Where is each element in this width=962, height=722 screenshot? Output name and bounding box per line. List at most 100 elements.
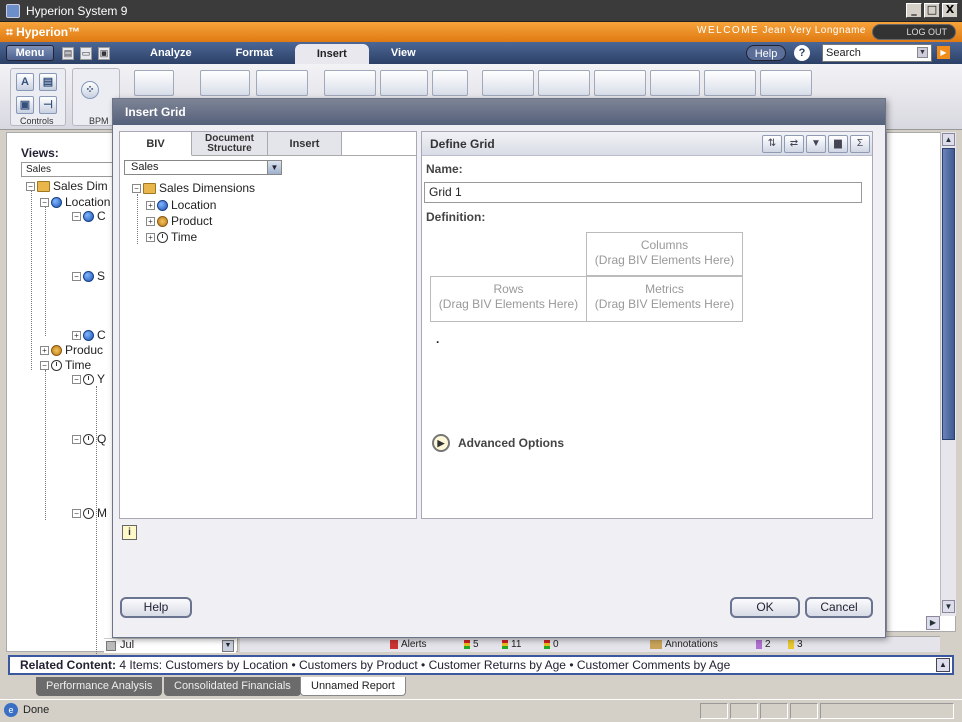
help-icon[interactable]: ? bbox=[794, 45, 810, 61]
slider-control-icon[interactable]: ⊣ bbox=[39, 96, 57, 114]
search-go-icon[interactable]: ▶ bbox=[937, 46, 950, 59]
annotation-count-a[interactable]: 2 bbox=[756, 638, 771, 652]
ok-button[interactable]: OK bbox=[730, 597, 800, 618]
search-dropdown-icon[interactable]: ▼ bbox=[917, 47, 928, 58]
metrics-dropzone[interactable]: Metrics (Drag BIV Elements Here) bbox=[586, 276, 743, 322]
related-link[interactable]: Customer Returns by Age bbox=[429, 658, 566, 672]
biv-source-select[interactable]: Sales ▼ bbox=[124, 160, 282, 175]
tree-item-sales-dimensions[interactable]: − Sales Dimensions bbox=[132, 181, 255, 195]
minimize-button[interactable]: _ bbox=[906, 3, 922, 18]
combo-chart-icon[interactable] bbox=[760, 70, 812, 96]
line-chart-icon[interactable] bbox=[650, 70, 700, 96]
close-button[interactable]: X bbox=[942, 3, 958, 18]
tab-unnamed-report[interactable]: Unnamed Report bbox=[300, 677, 406, 696]
annotations-item[interactable]: Annotations bbox=[650, 638, 718, 652]
bar-chart-icon[interactable] bbox=[538, 70, 590, 96]
definition-label: Definition: bbox=[426, 210, 486, 224]
gauge-insert-icon[interactable] bbox=[324, 70, 376, 96]
tree-item-product[interactable]: + Product bbox=[146, 214, 212, 228]
scroll-thumb[interactable] bbox=[942, 148, 955, 440]
views-select[interactable]: Sales bbox=[21, 162, 121, 177]
lock-icon[interactable]: ▆ bbox=[828, 135, 848, 153]
help-button[interactable]: Help bbox=[120, 597, 192, 618]
related-link[interactable]: Customers by Location bbox=[165, 658, 288, 672]
image-control-icon[interactable]: ▣ bbox=[16, 96, 34, 114]
bg-tree-location-c1[interactable]: − C bbox=[72, 209, 106, 223]
cancel-button[interactable]: Cancel bbox=[805, 597, 873, 618]
bg-tree-time-y[interactable]: − Y bbox=[72, 372, 105, 386]
related-link[interactable]: Customers by Product bbox=[299, 658, 418, 672]
new-document-icon[interactable]: ▤ bbox=[62, 46, 74, 60]
bubble-chart-icon[interactable] bbox=[704, 70, 756, 96]
help-button[interactable]: Help bbox=[746, 45, 786, 61]
open-folder-icon[interactable]: ▭ bbox=[80, 46, 92, 60]
tab-insert[interactable]: Insert bbox=[268, 132, 342, 156]
advanced-options-toggle[interactable]: ▶ Advanced Options bbox=[432, 434, 564, 452]
alert-count-yellow[interactable]: 11 bbox=[502, 638, 521, 652]
bpm-icon[interactable]: ⁘ bbox=[81, 81, 99, 99]
columns-dropzone[interactable]: Columns (Drag BIV Elements Here) bbox=[586, 232, 743, 276]
vertical-scrollbar[interactable]: ▲ ▼ bbox=[940, 132, 956, 616]
jul-dropdown-icon[interactable]: ▼ bbox=[222, 640, 234, 652]
grid-name-input[interactable]: Grid 1 bbox=[424, 182, 862, 203]
define-grid-header: Define Grid bbox=[422, 132, 872, 156]
scroll-down-icon[interactable]: ▼ bbox=[942, 600, 955, 613]
text-label-icon[interactable]: A bbox=[16, 73, 34, 91]
bg-tree-time-m[interactable]: − M bbox=[72, 506, 107, 520]
column-chart-icon[interactable] bbox=[482, 70, 534, 96]
scroll-right-icon[interactable]: ▶ bbox=[926, 616, 940, 630]
browser-icon: e bbox=[4, 703, 18, 717]
bg-tree-location-c2[interactable]: + C bbox=[72, 328, 106, 342]
save-icon[interactable]: ▣ bbox=[98, 46, 110, 60]
table-insert-icon[interactable] bbox=[256, 70, 308, 96]
annotation-count-b[interactable]: 3 bbox=[788, 638, 803, 652]
alerts-item[interactable]: Alerts bbox=[390, 638, 427, 652]
maximize-button[interactable]: □ bbox=[924, 3, 940, 18]
related-link[interactable]: Customer Comments by Age bbox=[577, 658, 730, 672]
text-box-icon[interactable]: ▤ bbox=[39, 73, 57, 91]
chevron-down-icon[interactable]: ▼ bbox=[267, 161, 281, 174]
product-icon bbox=[51, 345, 62, 357]
clock-icon bbox=[51, 360, 62, 372]
expand-up-icon[interactable]: ▲ bbox=[936, 658, 950, 672]
search-input[interactable]: Search bbox=[822, 44, 932, 62]
grid-insert-icon[interactable] bbox=[200, 70, 250, 96]
logout-button[interactable]: LOG OUT bbox=[872, 24, 956, 40]
swap-icon[interactable]: ⇄ bbox=[784, 135, 804, 153]
sort-icon[interactable]: ⇅ bbox=[762, 135, 782, 153]
menu-button[interactable]: Menu bbox=[6, 45, 54, 61]
tab-insert[interactable]: Insert bbox=[294, 44, 369, 64]
tab-biv[interactable]: BIV bbox=[120, 132, 192, 156]
pie-chart-icon[interactable] bbox=[594, 70, 646, 96]
thermometer-icon[interactable] bbox=[432, 70, 468, 96]
folder-icon bbox=[143, 183, 156, 195]
bg-tree-time[interactable]: − Time bbox=[40, 358, 91, 372]
bg-tree-sales-dimensions[interactable]: − Sales Dim bbox=[26, 179, 108, 193]
tab-analyze[interactable]: Analyze bbox=[128, 42, 214, 64]
report-insert-icon[interactable] bbox=[134, 70, 174, 96]
related-count: 4 Items: bbox=[119, 658, 163, 672]
traffic-light-icon bbox=[544, 639, 550, 649]
tab-document-structure[interactable]: Document Structure bbox=[192, 132, 268, 156]
tree-item-location[interactable]: + Location bbox=[146, 198, 216, 212]
jul-member-row[interactable]: Jul ▼ bbox=[104, 638, 236, 653]
bg-tree-location-s[interactable]: − S bbox=[72, 269, 105, 283]
bg-tree-time-q[interactable]: − Q bbox=[72, 432, 106, 446]
rows-dropzone[interactable]: Rows (Drag BIV Elements Here) bbox=[430, 276, 587, 322]
scroll-up-icon[interactable]: ▲ bbox=[942, 133, 955, 146]
bg-tree-location[interactable]: − Location bbox=[40, 195, 110, 209]
bar-indicator-icon[interactable] bbox=[380, 70, 428, 96]
clock-icon bbox=[83, 374, 94, 386]
filter-icon[interactable]: ▼ bbox=[806, 135, 826, 153]
tab-performance-analysis[interactable]: Performance Analysis bbox=[36, 677, 163, 696]
info-icon[interactable]: i bbox=[122, 525, 137, 540]
bg-tree-product[interactable]: + Produc bbox=[40, 343, 103, 357]
tab-format[interactable]: Format bbox=[214, 42, 295, 64]
tab-view[interactable]: View bbox=[369, 42, 438, 64]
tab-consolidated-financials[interactable]: Consolidated Financials bbox=[164, 677, 301, 696]
alert-count-red[interactable]: 5 bbox=[464, 638, 479, 652]
product-icon bbox=[157, 216, 168, 228]
sum-icon[interactable]: Σ bbox=[850, 135, 870, 153]
tree-item-time[interactable]: + Time bbox=[146, 230, 197, 244]
alert-count-green[interactable]: 0 bbox=[544, 638, 559, 652]
